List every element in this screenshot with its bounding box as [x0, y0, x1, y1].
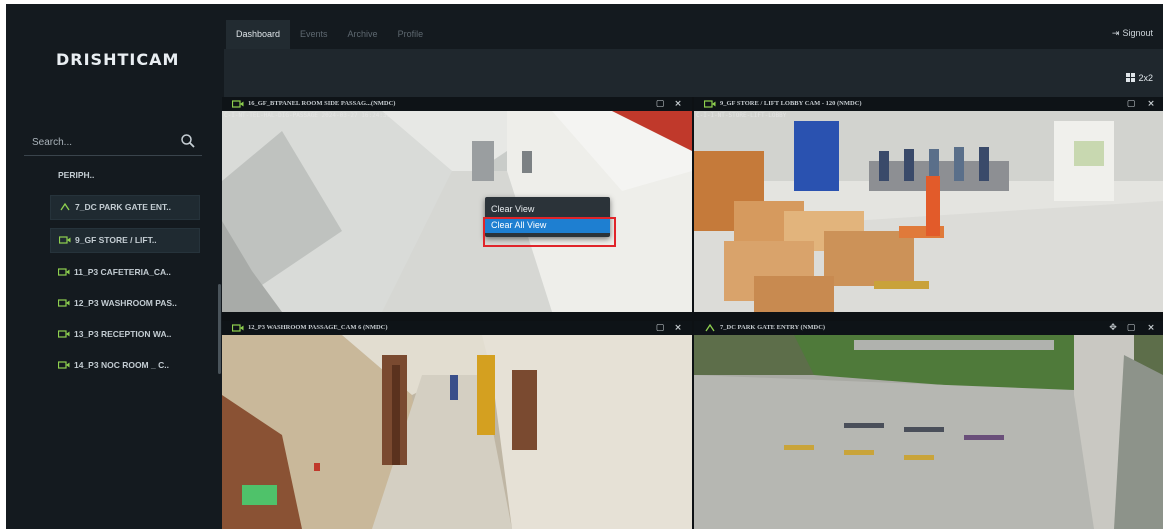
- video-tile[interactable]: 9_GF STORE / LIFT LOBBY CAM - 120 (NMDC)…: [694, 97, 1163, 312]
- app-window: DRISHTICAM PERIPH.. 7_DC PARK GATE ENT..…: [6, 4, 1163, 529]
- close-icon[interactable]: ×: [1145, 322, 1157, 334]
- search-icon[interactable]: [180, 133, 196, 149]
- video-feed: [222, 335, 692, 529]
- camera-list-item-label: 7_DC PARK GATE ENT..: [75, 202, 172, 212]
- tab-archive[interactable]: Archive: [338, 20, 388, 49]
- menu-item-clear-view[interactable]: Clear View: [485, 201, 610, 217]
- camera-list-item[interactable]: 13_P3 RECEPTION WA..: [50, 323, 200, 346]
- logo: DRISHTICAM: [56, 50, 180, 69]
- tile-header: 16_GF_BTPANEL ROOM SIDE PASSAG...(NMDC) …: [222, 97, 692, 111]
- camera-icon: [58, 268, 70, 276]
- tab-dashboard[interactable]: Dashboard: [226, 20, 291, 49]
- video-grid: 16_GF_BTPANEL ROOM SIDE PASSAG...(NMDC) …: [222, 97, 1163, 529]
- store-scene: [694, 111, 1163, 312]
- signout-icon: ⇥: [1111, 28, 1120, 38]
- maximize-icon[interactable]: ▢: [654, 98, 666, 110]
- tile-title: 7_DC PARK GATE ENTRY (NMDC): [720, 324, 826, 331]
- tab-profile[interactable]: Profile: [388, 20, 434, 49]
- signout-button[interactable]: ⇥ Signout: [1112, 28, 1153, 39]
- camera-icon: [59, 236, 71, 244]
- camera-list-item[interactable]: 14_P3 NOC ROOM _ C..: [50, 354, 200, 377]
- tile-header: 7_DC PARK GATE ENTRY (NMDC) ✥ ▢ ×: [694, 321, 1163, 335]
- video-tile[interactable]: 16_GF_BTPANEL ROOM SIDE PASSAG...(NMDC) …: [222, 97, 692, 312]
- close-icon[interactable]: ×: [1145, 98, 1157, 110]
- camera-icon: [58, 361, 70, 369]
- camera-list-item[interactable]: 9_GF STORE / LIFT..: [50, 228, 200, 253]
- camera-list-item-label: 14_P3 NOC ROOM _ C..: [74, 360, 169, 370]
- video-tile[interactable]: 12_P3 WASHROOM PASSAGE_CAM 6 (NMDC) ▢ ×: [222, 321, 692, 529]
- camera-icon: [58, 299, 70, 307]
- sidebar: DRISHTICAM PERIPH.. 7_DC PARK GATE ENT..…: [6, 4, 221, 529]
- video-osd: C-I-NT-TEL-HAL-DIG-PASSAGE 2024-03-27 16…: [224, 112, 391, 119]
- layout-label: 2x2: [1138, 73, 1153, 83]
- video-feed: [694, 335, 1163, 529]
- passage-scene: [222, 335, 692, 529]
- search-input[interactable]: [32, 134, 172, 150]
- toolbar: 2x2: [224, 49, 1163, 97]
- close-icon[interactable]: ×: [672, 322, 684, 334]
- video-feed: C-I-I-NT-STORE-LIFT-LOBBY: [694, 111, 1163, 312]
- camera-list-item-label: PERIPH..: [58, 170, 95, 180]
- maximize-icon[interactable]: ▢: [1125, 322, 1137, 334]
- camera-icon: [232, 324, 244, 332]
- camera-icon: [704, 100, 716, 108]
- grid-layout-icon: [1126, 73, 1136, 82]
- ptz-camera-icon: [705, 324, 715, 332]
- camera-list-item-label: 11_P3 CAFETERIA_CA..: [74, 267, 171, 277]
- corridor-scene: [222, 111, 692, 312]
- tile-header: 12_P3 WASHROOM PASSAGE_CAM 6 (NMDC) ▢ ×: [222, 321, 692, 335]
- close-icon[interactable]: ×: [672, 98, 684, 110]
- camera-list-item-label: 13_P3 RECEPTION WA..: [74, 329, 172, 339]
- camera-icon: [232, 100, 244, 108]
- video-feed: C-I-NT-TEL-HAL-DIG-PASSAGE 2024-03-27 16…: [222, 111, 692, 312]
- camera-list-item-label: 12_P3 WASHROOM PAS..: [74, 298, 177, 308]
- highlight-box: [483, 217, 616, 247]
- camera-list: PERIPH.. 7_DC PARK GATE ENT.. 9_GF STORE…: [50, 164, 208, 385]
- tile-title: 12_P3 WASHROOM PASSAGE_CAM 6 (NMDC): [248, 324, 388, 331]
- video-tile[interactable]: 7_DC PARK GATE ENTRY (NMDC) ✥ ▢ ×: [694, 321, 1163, 529]
- tab-events[interactable]: Events: [290, 20, 338, 49]
- ptz-control-icon[interactable]: ✥: [1107, 322, 1119, 334]
- signout-label: Signout: [1122, 28, 1153, 38]
- sidebar-scrollbar[interactable]: [218, 284, 221, 374]
- camera-icon: [58, 330, 70, 338]
- tab-bar: Dashboard Events Archive Profile: [226, 20, 433, 49]
- search-box: [24, 128, 202, 156]
- video-osd: C-I-I-NT-STORE-LIFT-LOBBY: [696, 112, 787, 119]
- tile-header: 9_GF STORE / LIFT LOBBY CAM - 120 (NMDC)…: [694, 97, 1163, 111]
- camera-list-item-label: 9_GF STORE / LIFT..: [75, 235, 157, 245]
- layout-selector[interactable]: 2x2: [1126, 73, 1153, 83]
- camera-list-item[interactable]: 7_DC PARK GATE ENT..: [50, 195, 200, 220]
- camera-list-item[interactable]: 12_P3 WASHROOM PAS..: [50, 292, 200, 315]
- tile-title: 16_GF_BTPANEL ROOM SIDE PASSAG...(NMDC): [248, 100, 396, 107]
- park-gate-scene: [694, 335, 1163, 529]
- camera-list-item[interactable]: 11_P3 CAFETERIA_CA..: [50, 261, 200, 284]
- maximize-icon[interactable]: ▢: [654, 322, 666, 334]
- top-navigation: Dashboard Events Archive Profile ⇥ Signou…: [224, 4, 1163, 49]
- tile-title: 9_GF STORE / LIFT LOBBY CAM - 120 (NMDC): [720, 100, 862, 107]
- ptz-camera-icon: [60, 203, 70, 211]
- camera-list-item[interactable]: PERIPH..: [50, 164, 200, 187]
- maximize-icon[interactable]: ▢: [1125, 98, 1137, 110]
